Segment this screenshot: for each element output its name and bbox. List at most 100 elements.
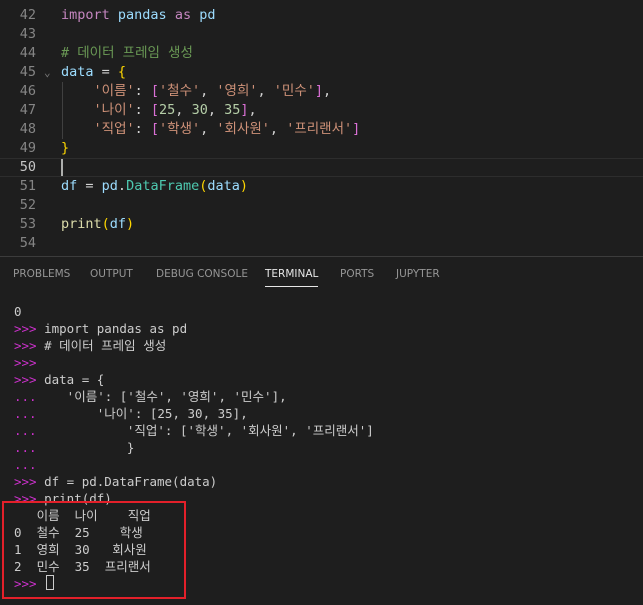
code-token: ] (240, 102, 249, 118)
fold-chevron-icon[interactable]: ⌄ (44, 63, 51, 82)
code-token: df (109, 216, 127, 232)
code-token: pandas (117, 7, 167, 23)
line-number: 42 (19, 7, 36, 23)
terminal-text: df = pd.DataFrame(data) (36, 474, 218, 489)
line-number: 50 (19, 159, 36, 175)
terminal-line: ... '이름': ['철수', '영희', '민수'], (14, 388, 287, 405)
code-text: } (61, 139, 69, 158)
code-token: : (134, 83, 151, 99)
terminal-text: '나이': [25, 30, 35], (36, 406, 248, 421)
line-number: 45 (19, 64, 36, 80)
terminal-line: ... } (14, 439, 134, 456)
code-token: [ (150, 121, 160, 137)
editor-line[interactable]: 51 df = pd.DataFrame(data) (0, 177, 643, 196)
terminal-text: data = { (36, 372, 105, 387)
terminal-prompt: ... (14, 440, 37, 455)
code-token: 30 (191, 102, 208, 118)
terminal-prompt: ... (14, 423, 37, 438)
line-number: 52 (19, 197, 36, 213)
terminal-text: 0 철수 25 학생 (14, 525, 143, 540)
terminal-prompt: >>> (14, 355, 37, 370)
editor-line[interactable]: 43 (0, 25, 643, 44)
terminal-line: >>> df = pd.DataFrame(data) (14, 473, 217, 490)
code-token: ) (126, 216, 135, 232)
terminal-line: >>> import pandas as pd (14, 320, 187, 337)
terminal-text: '이름': ['철수', '영희', '민수'], (36, 389, 287, 404)
editor-line[interactable]: 47 '나이': [25, 30, 35], (0, 101, 643, 120)
terminal-prompt: >>> (14, 576, 37, 591)
code-token: { (117, 64, 127, 80)
line-number: 48 (19, 121, 36, 137)
editor-line[interactable]: 46 '이름': ['철수', '영희', '민수'], (0, 82, 643, 101)
code-text: '직업': ['학생', '회사원', '프리랜서'] (61, 120, 361, 139)
code-token: pd (101, 178, 118, 194)
code-token: data (207, 178, 240, 194)
code-token: ] (352, 121, 361, 137)
terminal-text: # 데이터 프레임 생성 (36, 338, 167, 353)
terminal-prompt: >>> (14, 474, 37, 489)
code-token: [ (150, 83, 160, 99)
terminal-line: 0 (14, 303, 22, 320)
terminal-text: import pandas as pd (36, 321, 188, 336)
code-token: import (61, 7, 110, 23)
line-number: 43 (19, 26, 36, 42)
code-text: df = pd.DataFrame(data) (61, 177, 248, 196)
code-token: ) (239, 178, 249, 194)
terminal-line: >>> (14, 575, 55, 592)
editor-line[interactable]: 45 ⌄ data = { (0, 63, 643, 82)
code-token: = (77, 178, 102, 194)
code-token: '이름' (93, 83, 135, 99)
line-number: 53 (19, 216, 36, 232)
terminal-line: >>> # 데이터 프레임 생성 (14, 337, 166, 354)
terminal-line: >>> (14, 354, 37, 371)
code-token: # 데이터 프레임 생성 (61, 45, 193, 61)
line-number: 47 (19, 102, 36, 118)
editor-line[interactable]: 52 (0, 196, 643, 215)
code-text: # 데이터 프레임 생성 (61, 44, 193, 63)
code-token: . (117, 178, 127, 194)
code-token: = (93, 64, 118, 80)
line-number: 49 (19, 140, 36, 156)
code-token: ( (101, 216, 110, 232)
terminal-prompt: ... (14, 406, 37, 421)
code-token: , (257, 83, 274, 99)
code-token: 25 (159, 102, 176, 118)
terminal-prompt: >>> (14, 321, 37, 336)
indent-guide (62, 82, 63, 139)
editor-line[interactable]: 48 '직업': ['학생', '회사원', '프리랜서'] (0, 120, 643, 139)
terminal-line: 0 철수 25 학생 (14, 524, 143, 541)
editor-line[interactable]: 53 print(df) (0, 215, 643, 234)
code-token: '나이' (93, 102, 135, 118)
terminal-line: >>> print(df) (14, 490, 112, 507)
tab-output[interactable]: OUTPUT (90, 257, 133, 291)
code-token: '회사원' (216, 121, 270, 137)
code-token: 35 (224, 102, 241, 118)
code-token: df (61, 178, 78, 194)
code-text: '나이': [25, 30, 35], (61, 101, 257, 120)
terminal-line: 2 민수 35 프리랜서 (14, 558, 151, 575)
tab-debug-console[interactable]: DEBUG CONSOLE (156, 257, 248, 291)
editor-line[interactable]: 44 # 데이터 프레임 생성 (0, 44, 643, 63)
terminal-text: 2 민수 35 프리랜서 (14, 559, 151, 574)
tab-ports[interactable]: PORTS (340, 257, 374, 291)
editor-line[interactable]: 50 (0, 158, 643, 177)
line-number: 46 (19, 83, 36, 99)
tab-problems[interactable]: PROBLEMS (13, 257, 70, 291)
code-token: , (323, 83, 332, 99)
terminal-line: 이름 나이 직업 (14, 507, 151, 524)
tab-jupyter[interactable]: JUPYTER (396, 257, 440, 291)
line-number: 44 (19, 45, 36, 61)
code-token: '민수' (273, 83, 315, 99)
code-token: pd (199, 7, 216, 23)
code-token: print (61, 216, 102, 232)
code-editor[interactable]: 42 import pandas as pd 43 44 # 데이터 프레임 생성 45 ⌄… (0, 0, 643, 256)
terminal-pane[interactable]: 0 >>> import pandas as pd >>> # 데이터 프레임 생성… (0, 291, 643, 605)
editor-line[interactable]: 42 import pandas as pd (0, 6, 643, 25)
editor-line[interactable]: 54 (0, 234, 643, 253)
tab-terminal[interactable]: TERMINAL (265, 257, 319, 291)
editor-line[interactable]: 49} (0, 139, 643, 158)
